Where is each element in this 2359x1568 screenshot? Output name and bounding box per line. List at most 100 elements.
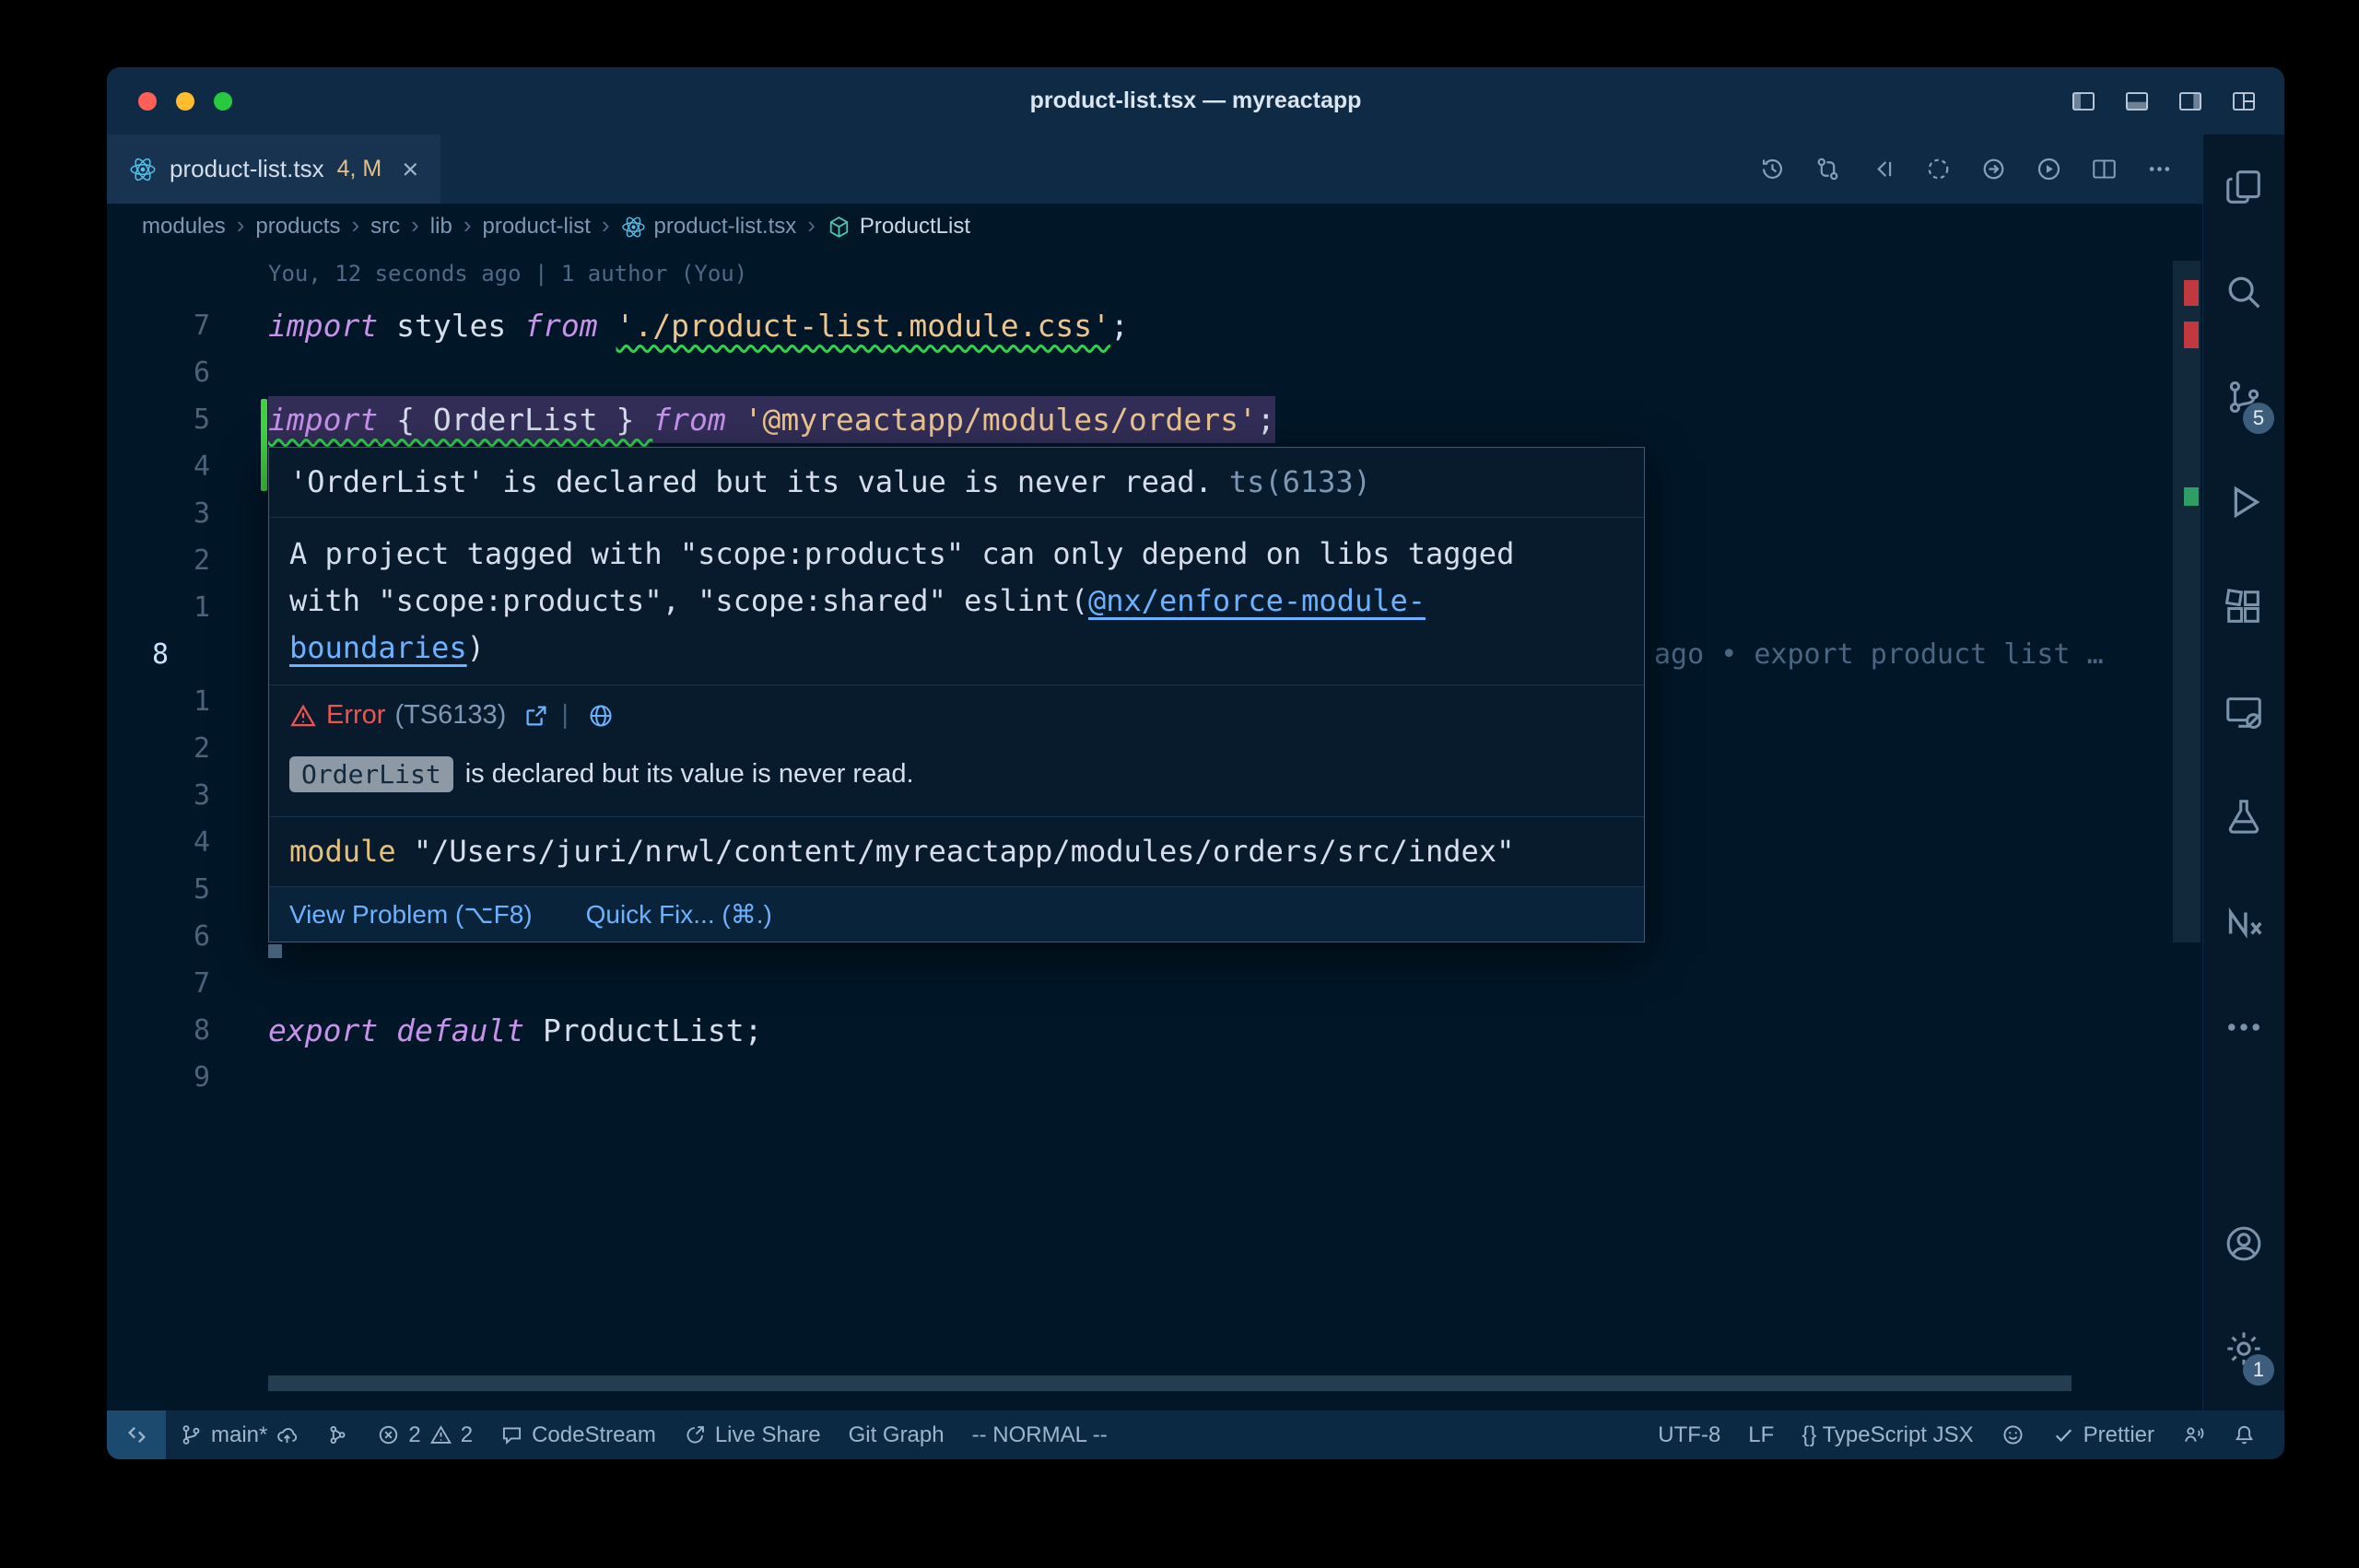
error-triangle-icon [289,702,317,730]
breadcrumb-item-productlist[interactable]: ProductList [827,214,970,240]
status-item-git-graph[interactable]: Git Graph [835,1410,958,1459]
activity-item-source-control[interactable]: 5 [2203,345,2284,450]
vertical-scrollbar[interactable] [2173,261,2201,942]
git-compare-icon[interactable] [1814,156,1841,182]
activity-item-nx-console[interactable] [2203,870,2284,975]
status-text: CodeStream [532,1422,656,1448]
search-icon [2223,271,2265,313]
hover-eslint-message: A project tagged with "scope:products" c… [269,517,1644,685]
horizontal-scrollbar[interactable] [268,1375,2071,1391]
tab-product-list[interactable]: product-list.tsx 4, M × [107,135,440,204]
code-editor[interactable]: You, 12 seconds ago | 1 author (You) 7 im… [107,250,2202,1410]
activity-item-search[interactable] [2203,240,2284,345]
history-icon[interactable] [1759,156,1786,182]
ruler-error-mark [2184,322,2199,348]
more-actions-icon[interactable] [2146,156,2173,182]
activity-item-remote-explorer[interactable] [2203,660,2284,765]
activity-item-testing[interactable] [2203,765,2284,870]
line-number[interactable]: 4 [107,819,210,866]
activity-item-settings[interactable]: 1 [2203,1296,2284,1401]
line-content[interactable]: import { OrderList } from '@myreactapp/m… [268,396,1275,443]
breadcrumb-label: product-list [482,214,590,240]
open-changes-icon[interactable] [1980,156,2007,182]
breadcrumb-item-product-list-tsx[interactable]: product-list.tsx [621,214,797,240]
breadcrumb-item-lib[interactable]: lib [430,214,452,240]
gitlens-blame-annotation: You, 12 seconds ago | 1 author (You) [268,261,747,287]
minimize-window-button[interactable] [176,92,194,111]
breadcrumb-item-modules[interactable]: modules [142,214,226,240]
status-item-problems[interactable]: 22 [363,1410,487,1459]
module-path-text: "/Users/juri/nrwl/content/myreactapp/mod… [396,834,1515,869]
line-content[interactable]: export default ProductList; [268,1007,762,1054]
status-text: 2 [408,1422,420,1448]
remote-explorer-icon [2223,691,2265,733]
status-item-prettier[interactable]: Prettier [2038,1410,2168,1459]
line-number[interactable]: 3 [107,772,210,819]
run-icon[interactable] [2036,156,2062,182]
activity-item-more-views[interactable] [2203,975,2284,1080]
activity-item-run-debug[interactable] [2203,450,2284,555]
zoom-window-button[interactable] [214,92,232,111]
status-text: Live Share [715,1422,821,1448]
breadcrumb-item-products[interactable]: products [255,214,340,240]
toggle-panel-bottom-icon[interactable] [2124,88,2150,114]
repo-graph-icon [326,1423,349,1446]
error-label: Error [326,700,385,731]
globe-icon[interactable] [587,702,615,730]
tab-close-button[interactable]: × [402,155,418,183]
status-item-repo-graph[interactable] [312,1410,363,1459]
open-external-icon[interactable] [522,702,550,730]
status-item-codestream[interactable]: CodeStream [487,1410,670,1459]
line-number[interactable]: 5 [107,396,210,443]
status-item-remote-indicator[interactable] [107,1410,166,1459]
vscode-window: product-list.tsx — myreactapp product-li… [107,67,2284,1459]
line-number[interactable]: 5 [107,866,210,913]
view-problem-action[interactable]: View Problem (⌥F8) [289,899,533,930]
status-item-tunnel[interactable] [2168,1410,2219,1459]
status-item-language-mode[interactable]: {} TypeScript JSX [1788,1410,1987,1459]
line-number[interactable]: 1 [107,584,210,631]
line-number[interactable]: 8 [152,631,169,678]
line-number[interactable]: 6 [107,913,210,960]
split-editor-icon[interactable] [2091,156,2118,182]
status-item-git-branch[interactable]: main* [166,1410,312,1459]
hover-actions: View Problem (⌥F8) Quick Fix... (⌘.) [269,886,1644,942]
line-number[interactable]: 3 [107,490,210,537]
status-item-eol[interactable]: LF [1734,1410,1788,1459]
hover-resize-handle[interactable] [268,944,282,958]
breadcrumb-item-src[interactable]: src [370,214,400,240]
line-number[interactable]: 2 [107,537,210,584]
status-item-feedback-smiley[interactable] [1988,1410,2038,1459]
status-item-encoding[interactable]: UTF-8 [1644,1410,1734,1459]
line-number[interactable]: 9 [107,1054,210,1101]
line-number[interactable]: 8 [107,1007,210,1054]
branch-icon [180,1423,203,1446]
line-number[interactable]: 6 [107,349,210,396]
nx-icon [2223,901,2265,943]
close-window-button[interactable] [138,92,157,111]
activity-item-explorer[interactable] [2203,135,2284,240]
toggle-panel-right-icon[interactable] [2177,88,2203,114]
line-number[interactable]: 7 [107,302,210,349]
status-item-vim-mode[interactable]: -- NORMAL -- [958,1410,1121,1459]
prev-change-icon[interactable] [1870,156,1896,182]
line-number[interactable]: 4 [107,443,210,490]
status-item-live-share[interactable]: Live Share [670,1410,835,1459]
line-content[interactable]: import styles from './product-list.modul… [268,302,1129,349]
line-number[interactable]: 2 [107,725,210,772]
code-line: 9 [107,1054,2202,1101]
activity-item-extensions[interactable] [2203,555,2284,660]
toggle-panel-left-icon[interactable] [2071,88,2096,114]
line-number[interactable]: 1 [107,678,210,725]
line-number[interactable]: 7 [107,960,210,1007]
status-text: 2 [461,1422,473,1448]
quick-fix-action[interactable]: Quick Fix... (⌘.) [586,899,772,930]
ruler-modified-mark [2184,487,2199,506]
activity-item-accounts[interactable] [2203,1191,2284,1296]
status-item-notifications[interactable] [2219,1410,2270,1459]
sync-status-icon[interactable] [1925,156,1952,182]
breadcrumb-separator-icon: › [351,213,359,240]
customize-layout-icon[interactable] [2231,88,2257,114]
breadcrumb-item-product-list[interactable]: product-list [482,214,590,240]
warning-icon [429,1423,452,1446]
